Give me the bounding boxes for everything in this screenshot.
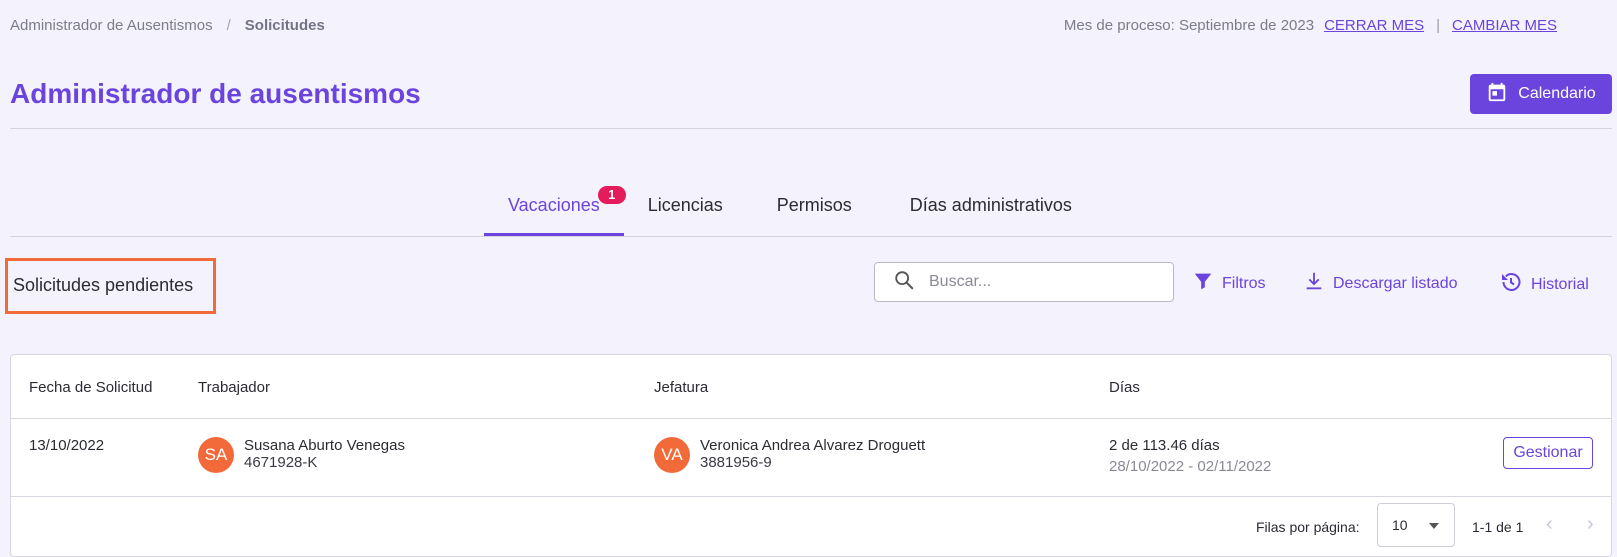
boss-name: Veronica Andrea Alvarez Droguett — [700, 437, 926, 454]
caret-down-icon — [1428, 517, 1440, 533]
column-header[interactable]: Fecha de Solicitud — [29, 379, 152, 396]
process-month-bar: Mes de proceso: Septiembre de 2023 CERRA… — [1064, 17, 1557, 34]
notification-badge: 1 — [597, 186, 626, 204]
breadcrumb: Administrador de Ausentismos / Solicitud… — [10, 17, 325, 34]
column-header[interactable]: Jefatura — [654, 379, 708, 396]
tab-label: Días administrativos — [909, 195, 1072, 215]
filters-button[interactable]: Filtros — [1192, 270, 1266, 297]
close-month-link[interactable]: CERRAR MES — [1324, 17, 1424, 34]
tab-label: Licencias — [647, 195, 723, 215]
table-header: Fecha de Solicitud Trabajador Jefatura D… — [11, 355, 1611, 419]
previous-page-icon[interactable]: ‹ — [1546, 513, 1553, 536]
days-range: 28/10/2022 - 02/11/2022 — [1109, 458, 1272, 475]
filters-label: Filtros — [1222, 274, 1266, 292]
tabs-divider — [10, 236, 1612, 237]
column-header[interactable]: Días — [1109, 379, 1140, 396]
breadcrumb-separator: / — [226, 17, 231, 34]
days-count: 2 de 113.46 días — [1109, 437, 1220, 454]
link-divider: | — [1436, 17, 1440, 34]
calendar-icon — [1486, 81, 1508, 108]
rows-per-page-select[interactable]: 10 — [1377, 503, 1455, 547]
column-header[interactable]: Trabajador — [198, 379, 270, 396]
tab-label: Permisos — [776, 195, 852, 215]
breadcrumb-current: Solicitudes — [244, 17, 325, 34]
manage-button[interactable]: Gestionar — [1503, 437, 1593, 469]
search-icon — [893, 269, 915, 296]
table-row: 13/10/2022 SA Susana Aburto Venegas 4671… — [11, 419, 1611, 497]
download-icon — [1303, 270, 1325, 297]
history-button[interactable]: Historial — [1499, 270, 1589, 299]
requests-table: Fecha de Solicitud Trabajador Jefatura D… — [10, 354, 1612, 557]
download-label: Descargar listado — [1333, 274, 1458, 292]
avatar: SA — [198, 437, 234, 473]
tab-vacaciones[interactable]: Vacaciones 1 — [484, 180, 626, 236]
pagination: Filas por página: 10 1-1 de 1 ‹ › — [11, 497, 1611, 557]
history-label: Historial — [1531, 275, 1589, 293]
request-date: 13/10/2022 — [29, 437, 105, 454]
header-divider — [10, 128, 1612, 129]
rows-per-page-label: Filas por página: — [1256, 519, 1360, 535]
next-page-icon[interactable]: › — [1587, 513, 1594, 536]
worker-cell: SA Susana Aburto Venegas 4671928-K — [198, 437, 405, 473]
worker-id: 4671928-K — [244, 454, 318, 471]
download-list-button[interactable]: Descargar listado — [1303, 270, 1458, 297]
rows-per-page-value: 10 — [1392, 517, 1408, 533]
calendar-button[interactable]: Calendario — [1470, 74, 1612, 114]
days-cell: 2 de 113.46 días 28/10/2022 - 02/11/2022 — [1109, 437, 1271, 475]
search-input[interactable] — [929, 273, 1149, 291]
search-box[interactable] — [874, 262, 1174, 302]
boss-id: 3881956-9 — [700, 454, 772, 471]
breadcrumb-parent[interactable]: Administrador de Ausentismos — [10, 17, 213, 34]
process-month-label: Mes de proceso: Septiembre de 2023 — [1063, 17, 1315, 34]
pagination-range: 1-1 de 1 — [1472, 519, 1524, 535]
history-icon — [1499, 270, 1523, 299]
section-title: Solicitudes pendientes — [5, 258, 216, 314]
calendar-button-label: Calendario — [1518, 85, 1596, 102]
boss-cell: VA Veronica Andrea Alvarez Droguett 3881… — [654, 437, 925, 473]
worker-name: Susana Aburto Venegas — [244, 437, 405, 454]
tab-bar: Vacaciones 1 Licencias Permisos Días adm… — [484, 180, 1096, 236]
tab-licencias[interactable]: Licencias — [624, 180, 747, 236]
avatar: VA — [654, 437, 690, 473]
filter-icon — [1192, 270, 1214, 297]
tab-label: Vacaciones — [508, 195, 600, 215]
change-month-link[interactable]: CAMBIAR MES — [1452, 17, 1557, 34]
tab-permisos[interactable]: Permisos — [747, 180, 880, 236]
tab-dias-administrativos[interactable]: Días administrativos — [880, 180, 1096, 236]
page-title: Administrador de ausentismos — [10, 78, 421, 109]
